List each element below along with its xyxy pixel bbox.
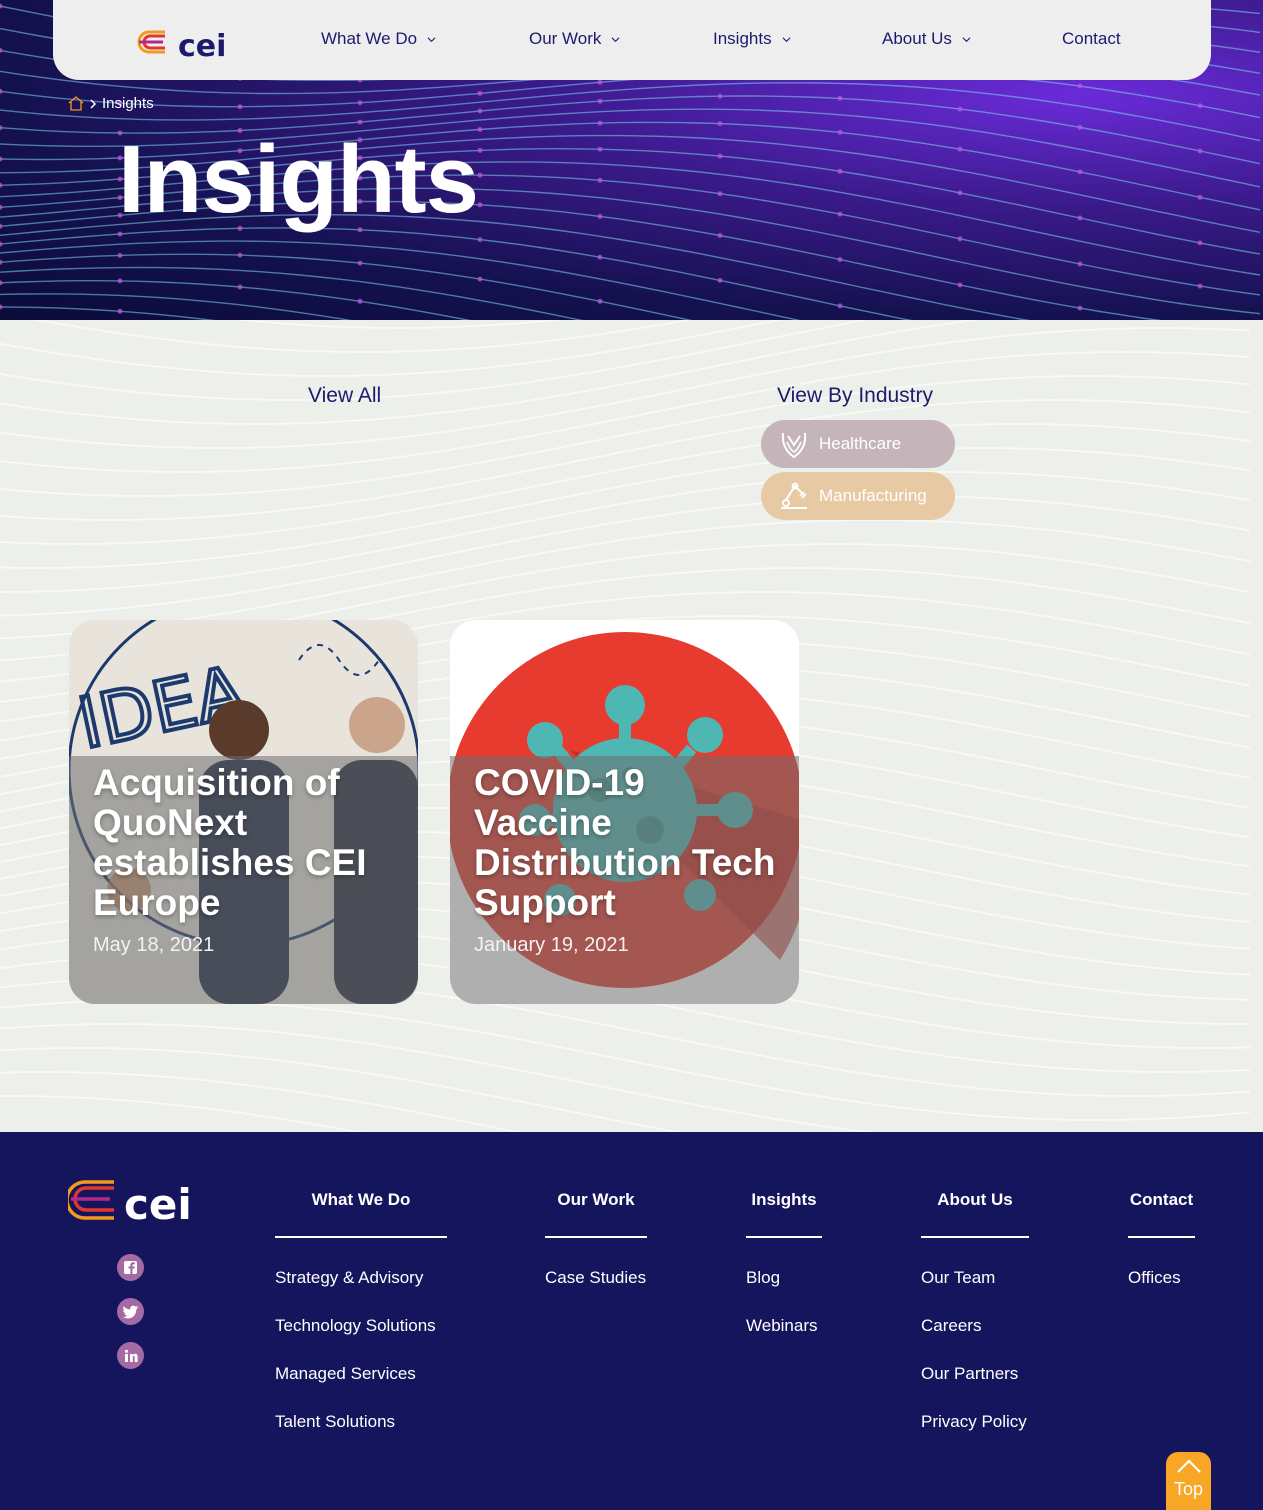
- nav-our-work[interactable]: Our Work: [529, 29, 620, 49]
- site-footer: cei What We Do Our Work Insights About U…: [0, 1132, 1263, 1510]
- svg-text:cei: cei: [124, 1180, 192, 1223]
- healthcare-hands-icon: [781, 432, 807, 459]
- chevron-down-icon: [427, 36, 436, 42]
- footer-link[interactable]: Privacy Policy: [921, 1412, 1027, 1432]
- nav-label: About Us: [882, 29, 952, 48]
- chevron-up-icon: [1177, 1459, 1201, 1473]
- facebook-icon[interactable]: [117, 1254, 144, 1281]
- nav-contact[interactable]: Contact: [1062, 29, 1121, 49]
- view-by-industry-heading: View By Industry: [777, 384, 934, 407]
- top-navigation: cei What We Do Our Work Insights About U…: [53, 0, 1211, 80]
- robot-arm-icon: [781, 482, 807, 509]
- nav-label: Contact: [1062, 29, 1121, 48]
- card-title[interactable]: COVID-19 Vaccine Distribution Tech Suppo…: [474, 763, 784, 923]
- breadcrumb-current: Insights: [102, 95, 154, 112]
- cei-logo[interactable]: cei: [137, 26, 233, 62]
- chevron-down-icon: [782, 36, 791, 42]
- footer-link[interactable]: Strategy & Advisory: [275, 1268, 423, 1288]
- insight-card-quonext[interactable]: IDEA Acquisition of QuoNext establishes …: [69, 620, 418, 1004]
- chevron-down-icon: [611, 36, 620, 42]
- footer-heading-insights[interactable]: Insights: [746, 1190, 822, 1238]
- footer-link[interactable]: Our Team: [921, 1268, 995, 1288]
- chevron-down-icon: [962, 36, 971, 42]
- card-title[interactable]: Acquisition of QuoNext establishes CEI E…: [93, 763, 403, 923]
- nav-label: Insights: [713, 29, 772, 48]
- insights-content: View All View By Industry Healthcare Man…: [0, 320, 1263, 1132]
- footer-link[interactable]: Blog: [746, 1268, 780, 1288]
- footer-heading-our-work[interactable]: Our Work: [545, 1190, 647, 1238]
- nav-label: What We Do: [321, 29, 418, 48]
- footer-heading-about-us[interactable]: About Us: [921, 1190, 1029, 1238]
- chevron-right-icon: [90, 98, 97, 109]
- svg-text:cei: cei: [178, 29, 226, 62]
- hero-banner: cei What We Do Our Work Insights About U…: [0, 0, 1263, 320]
- insight-card-covid[interactable]: COVID-19 Vaccine Distribution Tech Suppo…: [450, 620, 799, 1004]
- footer-heading-contact[interactable]: Contact: [1128, 1190, 1195, 1238]
- footer-link[interactable]: Webinars: [746, 1316, 818, 1336]
- twitter-icon[interactable]: [117, 1298, 144, 1325]
- footer-link[interactable]: Our Partners: [921, 1364, 1018, 1384]
- back-to-top-label: Top: [1173, 1479, 1204, 1499]
- footer-link[interactable]: Careers: [921, 1316, 981, 1336]
- footer-link[interactable]: Talent Solutions: [275, 1412, 395, 1432]
- footer-heading-what-we-do[interactable]: What We Do: [275, 1190, 447, 1238]
- nav-label: Our Work: [529, 29, 602, 48]
- filter-healthcare[interactable]: Healthcare: [761, 420, 955, 468]
- nav-about-us[interactable]: About Us: [882, 29, 971, 49]
- filter-label: Manufacturing: [819, 486, 927, 505]
- breadcrumb: Insights: [68, 95, 154, 112]
- nav-what-we-do[interactable]: What We Do: [321, 29, 436, 49]
- cei-footer-logo[interactable]: cei: [68, 1179, 198, 1223]
- filter-manufacturing[interactable]: Manufacturing: [761, 472, 955, 520]
- home-icon[interactable]: [68, 96, 84, 111]
- page-title: Insights: [118, 126, 479, 233]
- linkedin-icon[interactable]: [117, 1342, 144, 1369]
- footer-link[interactable]: Offices: [1128, 1268, 1181, 1288]
- card-date: May 18, 2021: [93, 934, 215, 956]
- filter-label: Healthcare: [819, 434, 902, 453]
- back-to-top-button[interactable]: Top: [1166, 1452, 1211, 1510]
- footer-link[interactable]: Managed Services: [275, 1364, 416, 1384]
- footer-link[interactable]: Technology Solutions: [275, 1316, 436, 1336]
- nav-insights[interactable]: Insights: [713, 29, 791, 49]
- footer-link[interactable]: Case Studies: [545, 1268, 646, 1288]
- view-all-filter[interactable]: View All: [308, 384, 381, 408]
- card-date: January 19, 2021: [474, 934, 629, 956]
